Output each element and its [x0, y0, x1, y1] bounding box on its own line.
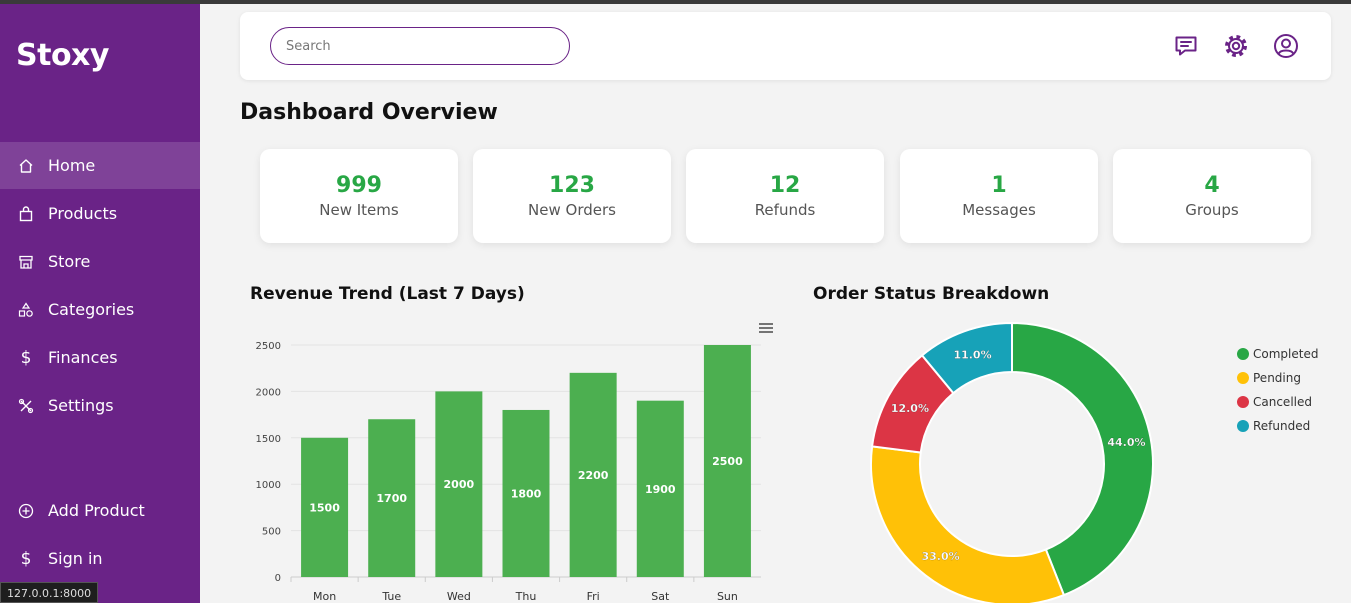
- slice-value-label: 44.0%: [1107, 436, 1145, 449]
- bar-value-label: 1700: [376, 492, 407, 505]
- x-tick-label: Sat: [651, 590, 670, 603]
- plus-circle-icon: [18, 503, 34, 519]
- sidebar-item-label: Store: [48, 252, 91, 271]
- y-tick-label: 2500: [256, 341, 281, 352]
- user-circle-icon[interactable]: [1272, 32, 1300, 60]
- legend-label: Completed: [1253, 347, 1319, 361]
- bar-value-label: 1800: [511, 487, 542, 500]
- sidebar-item-label: Categories: [48, 300, 135, 319]
- stat-card-groups: 4 Groups: [1113, 149, 1311, 243]
- x-tick-label: Wed: [447, 590, 471, 603]
- sidebar-item-label: Sign in: [48, 549, 103, 568]
- stat-value: 4: [1204, 173, 1220, 198]
- bar-value-label: 2500: [712, 455, 743, 468]
- revenue-bar-chart: 0 500 1000 1500 2000 2500 1500 Mon 1700 Tue 2000 We…: [256, 323, 773, 603]
- legend-item[interactable]: Refunded: [1237, 414, 1318, 438]
- revenue-chart-title: Revenue Trend (Last 7 Days): [250, 284, 525, 304]
- stat-value: 999: [336, 173, 382, 198]
- sidebar-item-home[interactable]: Home: [0, 142, 200, 189]
- sidebar-item-finances[interactable]: $ Finances: [0, 334, 200, 381]
- home-icon: [18, 158, 34, 174]
- sidebar-item-store[interactable]: Store: [0, 238, 200, 285]
- sidebar-item-label: Products: [48, 204, 118, 223]
- sidebar-item-settings[interactable]: Settings: [0, 382, 200, 429]
- sidebar: Stoxy Home Products Store Categories $ F…: [0, 4, 200, 603]
- y-tick-label: 1000: [256, 480, 281, 491]
- chart-menu-icon[interactable]: [759, 323, 773, 333]
- bar-value-label: 1900: [645, 483, 676, 496]
- slice-value-label: 11.0%: [953, 348, 991, 361]
- stat-label: Messages: [962, 201, 1036, 219]
- stat-card-messages: 1 Messages: [900, 149, 1098, 243]
- page-title: Dashboard Overview: [240, 100, 498, 125]
- legend-item[interactable]: Pending: [1237, 366, 1318, 390]
- sidebar-item-label: Settings: [48, 396, 114, 415]
- browser-top-strip: [0, 0, 1351, 4]
- top-header: [240, 12, 1331, 80]
- sidebar-item-label: Add Product: [48, 501, 145, 520]
- x-tick-label: Sun: [717, 590, 738, 603]
- dollar-icon: $: [20, 347, 32, 368]
- stat-value: 123: [549, 173, 595, 198]
- legend-label: Refunded: [1253, 419, 1311, 433]
- sign-in-button[interactable]: $ Sign in: [0, 535, 200, 582]
- y-tick-label: 2000: [256, 387, 281, 398]
- bag-icon: [18, 205, 34, 222]
- gear-icon[interactable]: [1222, 32, 1250, 60]
- stat-label: New Items: [319, 201, 399, 219]
- donut-legend: Completed Pending Cancelled Refunded: [1237, 342, 1318, 438]
- search-input[interactable]: [270, 27, 570, 65]
- legend-swatch: [1237, 372, 1249, 384]
- status-bar-url: 127.0.0.1:8000: [0, 582, 99, 603]
- stat-value: 12: [769, 173, 801, 198]
- sidebar-item-categories[interactable]: Categories: [0, 286, 200, 333]
- legend-item[interactable]: Completed: [1237, 342, 1318, 366]
- sidebar-item-products[interactable]: Products: [0, 190, 200, 237]
- stat-card-new-orders: 123 New Orders: [473, 149, 671, 243]
- stat-card-new-items: 999 New Items: [260, 149, 458, 243]
- y-tick-label: 1500: [256, 434, 281, 445]
- stat-label: New Orders: [528, 201, 616, 219]
- message-icon[interactable]: [1172, 32, 1200, 60]
- legend-label: Pending: [1253, 371, 1301, 385]
- legend-label: Cancelled: [1253, 395, 1312, 409]
- legend-swatch: [1237, 348, 1249, 360]
- stat-label: Refunds: [754, 201, 816, 219]
- x-tick-label: Mon: [313, 590, 336, 603]
- legend-swatch: [1237, 396, 1249, 408]
- bar-value-label: 1500: [309, 501, 340, 514]
- dollar-icon: $: [20, 548, 32, 569]
- order-chart-title: Order Status Breakdown: [813, 284, 1050, 304]
- legend-swatch: [1237, 420, 1249, 432]
- sidebar-item-label: Home: [48, 156, 96, 175]
- x-tick-label: Tue: [381, 590, 401, 603]
- stat-label: Groups: [1185, 201, 1239, 219]
- bar-value-label: 2000: [444, 478, 475, 491]
- slice-value-label: 12.0%: [891, 402, 929, 415]
- stat-card-refunds: 12 Refunds: [686, 149, 884, 243]
- bar-value-label: 2200: [578, 469, 609, 482]
- shapes-icon: [18, 301, 34, 318]
- stat-value: 1: [991, 173, 1007, 198]
- slice-value-label: 33.0%: [922, 550, 960, 563]
- x-tick-label: Thu: [515, 590, 537, 603]
- store-icon: [18, 254, 34, 270]
- y-tick-label: 500: [262, 527, 281, 538]
- donut-slice[interactable]: [870, 445, 1066, 603]
- tools-icon: [18, 398, 34, 414]
- brand-logo[interactable]: Stoxy: [16, 38, 109, 73]
- add-product-button[interactable]: Add Product: [0, 487, 200, 534]
- order-status-donut-chart: 44.0% 33.0% 12.0% 11.0%: [870, 321, 1154, 603]
- y-tick-label: 0: [275, 573, 281, 584]
- legend-item[interactable]: Cancelled: [1237, 390, 1318, 414]
- x-tick-label: Fri: [587, 590, 600, 603]
- sidebar-item-label: Finances: [48, 348, 118, 367]
